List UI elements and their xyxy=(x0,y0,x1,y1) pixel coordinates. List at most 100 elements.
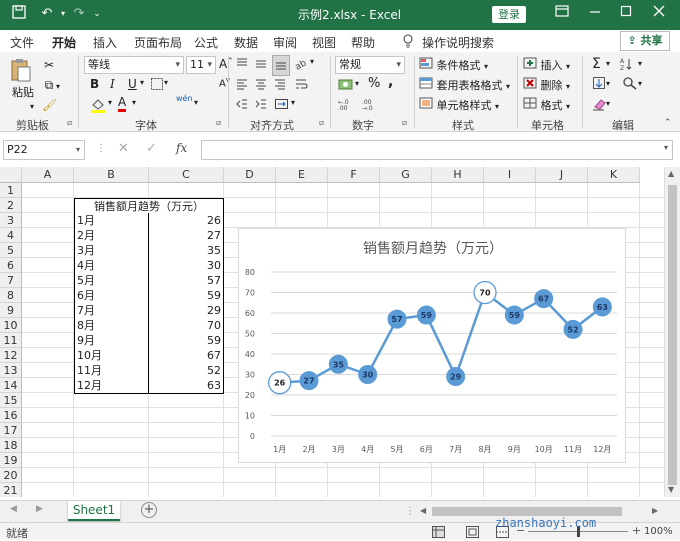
column-header[interactable]: D xyxy=(224,167,276,183)
month-cell[interactable]: 5月 xyxy=(74,273,149,289)
row-header[interactable]: 10 xyxy=(0,318,22,333)
customize-quick-access-icon[interactable]: ⌄ xyxy=(88,5,106,23)
row-header[interactable]: 14 xyxy=(0,378,22,393)
value-cell[interactable]: 70 xyxy=(149,318,224,334)
accounting-format-icon[interactable] xyxy=(338,77,354,96)
align-left-icon[interactable] xyxy=(235,77,249,94)
column-header[interactable]: F xyxy=(328,167,380,183)
fill-icon[interactable] xyxy=(592,76,606,93)
month-cell[interactable]: 11月 xyxy=(74,363,149,379)
column-header[interactable]: B xyxy=(74,167,149,183)
row-header[interactable]: 8 xyxy=(0,288,22,303)
number-launcher-icon[interactable]: ⧄ xyxy=(402,118,407,128)
expand-formula-bar-icon[interactable]: ▾ xyxy=(664,143,668,152)
row-header[interactable]: 4 xyxy=(0,228,22,243)
autosum-button[interactable]: Σ xyxy=(592,56,601,72)
phonetic-dropdown-icon[interactable]: ▾ xyxy=(194,98,198,107)
tab-home[interactable]: 开始 xyxy=(52,34,77,56)
tab-data[interactable]: 数据 xyxy=(234,34,258,51)
login-button[interactable]: 登录 xyxy=(492,6,526,23)
clipboard-launcher-icon[interactable]: ⧄ xyxy=(67,118,72,128)
lightbulb-icon[interactable] xyxy=(402,34,414,51)
row-header[interactable]: 2 xyxy=(0,198,22,213)
italic-button[interactable]: I xyxy=(110,77,115,91)
row-header[interactable]: 20 xyxy=(0,468,22,483)
collapse-ribbon-icon[interactable]: ⌃ xyxy=(664,118,672,128)
line-chart[interactable]: 销售额月趋势（万元） 0 10 20 30 40 50 60 70 80 1月 2月 3月 4月 5月 6… xyxy=(238,228,626,463)
prev-sheet-icon[interactable]: ◀ xyxy=(10,504,17,514)
autosum-dropdown-icon[interactable]: ▾ xyxy=(606,59,610,68)
column-header[interactable]: E xyxy=(276,167,328,183)
row-header[interactable]: 6 xyxy=(0,258,22,273)
tab-page-layout[interactable]: 页面布局 xyxy=(134,34,182,51)
sort-filter-dropdown-icon[interactable]: ▾ xyxy=(638,59,642,68)
save-icon[interactable] xyxy=(10,5,28,23)
month-cell[interactable]: 10月 xyxy=(74,348,149,364)
tell-me-search[interactable]: 操作说明搜索 xyxy=(422,34,494,51)
column-header[interactable]: H xyxy=(432,167,484,183)
formula-input[interactable] xyxy=(201,140,673,160)
paste-dropdown-icon[interactable]: ▾ xyxy=(30,102,34,111)
value-cell[interactable]: 67 xyxy=(149,348,224,364)
month-cell[interactable]: 9月 xyxy=(74,333,149,349)
enter-icon[interactable]: ✓ xyxy=(146,141,157,156)
month-cell[interactable]: 6月 xyxy=(74,288,149,304)
borders-icon[interactable] xyxy=(150,77,164,94)
column-header[interactable]: C xyxy=(149,167,224,183)
select-all-corner[interactable] xyxy=(0,167,22,183)
month-cell[interactable]: 12月 xyxy=(74,378,149,394)
tab-review[interactable]: 审阅 xyxy=(273,34,297,51)
alignment-launcher-icon[interactable]: ⧄ xyxy=(319,118,324,128)
scroll-right-icon[interactable]: ▶ xyxy=(652,506,658,515)
insert-cells-button[interactable]: 插入 ▾ xyxy=(523,57,570,73)
scroll-up-icon[interactable]: ▲ xyxy=(668,169,674,178)
fill-color-icon[interactable] xyxy=(90,97,106,116)
clear-dropdown-icon[interactable]: ▾ xyxy=(606,99,610,108)
row-header[interactable]: 16 xyxy=(0,408,22,423)
font-size-dropdown[interactable]: 11 ▾ xyxy=(186,56,216,74)
value-cell[interactable]: 59 xyxy=(149,288,224,304)
orientation-dropdown-icon[interactable]: ▾ xyxy=(310,57,314,66)
month-cell[interactable]: 3月 xyxy=(74,243,149,259)
more-options-icon[interactable]: ⋮ xyxy=(96,143,106,154)
copy-icon[interactable]: ⧉ ▾ xyxy=(42,78,60,92)
tab-help[interactable]: 帮助 xyxy=(351,34,375,51)
table-header-cell[interactable]: 销售额月趋势（万元） xyxy=(74,198,224,214)
value-cell[interactable]: 63 xyxy=(149,378,224,394)
value-cell[interactable]: 57 xyxy=(149,273,224,289)
percent-style-button[interactable]: % xyxy=(368,76,380,91)
scroll-thumb[interactable] xyxy=(668,185,677,485)
align-bottom-icon[interactable] xyxy=(272,55,290,76)
row-header[interactable]: 17 xyxy=(0,423,22,438)
sheet-tab-sheet1[interactable]: Sheet1 xyxy=(68,501,120,521)
wrap-text-icon[interactable] xyxy=(294,77,308,94)
increase-indent-icon[interactable] xyxy=(254,97,268,114)
underline-button[interactable]: U xyxy=(128,77,137,91)
value-cell[interactable]: 35 xyxy=(149,243,224,259)
value-cell[interactable]: 52 xyxy=(149,363,224,379)
align-center-icon[interactable] xyxy=(254,77,268,94)
zoom-level[interactable]: 100% xyxy=(644,526,673,537)
row-header[interactable]: 18 xyxy=(0,438,22,453)
tab-split-handle[interactable]: ⋮ xyxy=(405,506,415,517)
format-as-table-button[interactable]: 套用表格格式 ▾ xyxy=(419,77,510,93)
row-header[interactable]: 5 xyxy=(0,243,22,258)
month-cell[interactable]: 4月 xyxy=(74,258,149,274)
row-header[interactable]: 3 xyxy=(0,213,22,228)
font-color-dropdown-icon[interactable]: ▾ xyxy=(132,98,136,107)
minimize-icon[interactable] xyxy=(586,5,604,23)
tab-file[interactable]: 文件 xyxy=(10,34,34,51)
cancel-icon[interactable]: ✕ xyxy=(118,141,129,156)
conditional-formatting-button[interactable]: 条件格式 ▾ xyxy=(419,57,488,73)
value-cell[interactable]: 29 xyxy=(149,303,224,319)
fill-dropdown-icon[interactable]: ▾ xyxy=(606,79,610,88)
column-header[interactable]: J xyxy=(536,167,588,183)
sort-filter-icon[interactable]: AZ xyxy=(620,57,638,74)
name-box[interactable]: P22 ▾ xyxy=(3,140,85,160)
orientation-icon[interactable]: ab xyxy=(294,57,310,74)
maximize-icon[interactable] xyxy=(617,5,635,23)
bold-button[interactable]: B xyxy=(90,77,99,91)
font-name-dropdown[interactable]: 等线 ▾ xyxy=(84,56,184,74)
column-header[interactable]: I xyxy=(484,167,536,183)
value-cell[interactable]: 26 xyxy=(149,213,224,229)
